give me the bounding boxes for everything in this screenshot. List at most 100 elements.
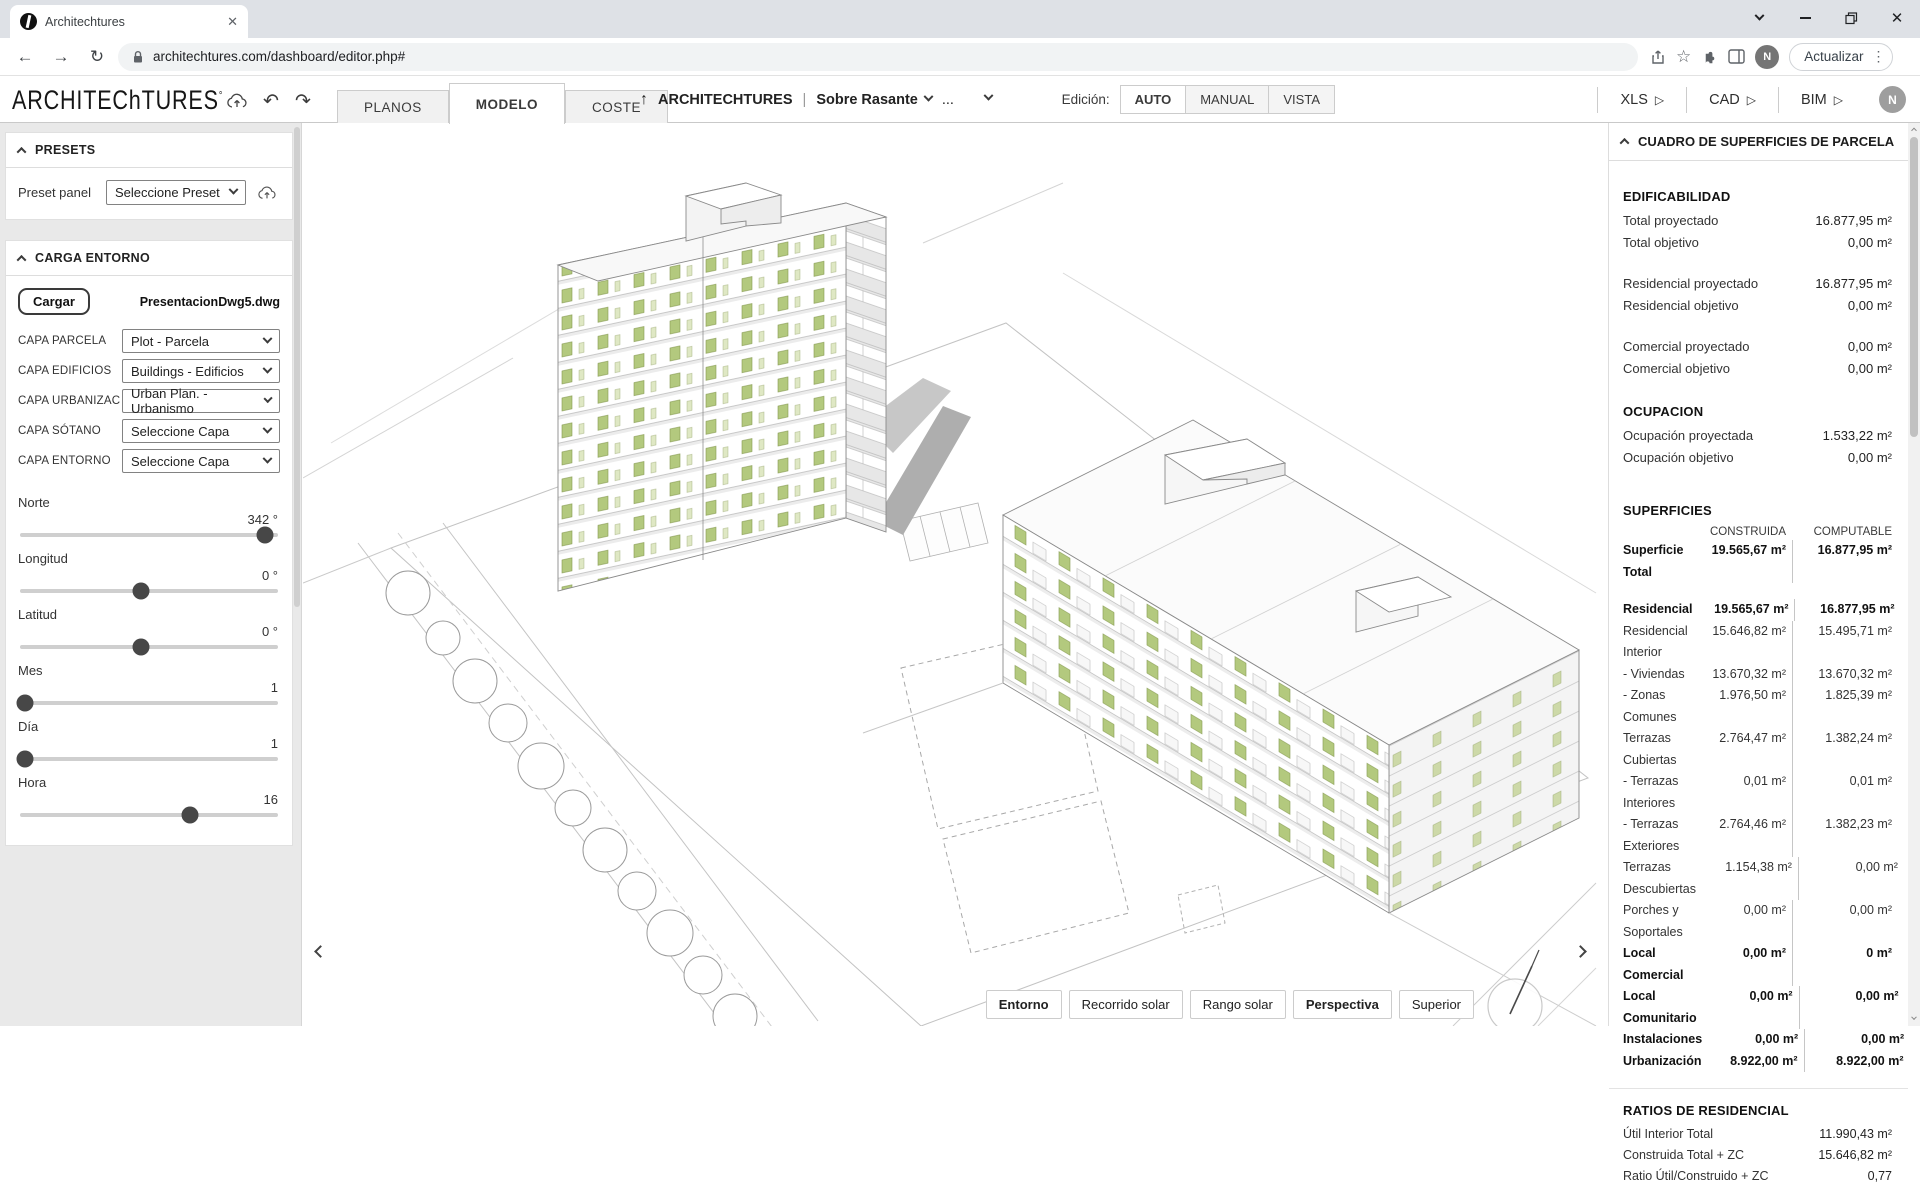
layer-label: CAPA URBANIZAC [18, 395, 122, 407]
view-button[interactable]: Entorno [986, 990, 1062, 1019]
site-favicon [20, 13, 37, 30]
ocupacion-title: OCUPACION [1623, 404, 1892, 419]
layer-select[interactable]: Seleccione Capa [122, 419, 280, 443]
share-icon[interactable] [1650, 49, 1666, 65]
surfaces-panel-header[interactable]: CUADRO DE SUPERFICIES DE PARCELA [1609, 123, 1908, 161]
edition-label: Edición: [1062, 92, 1110, 107]
model-viewport[interactable]: EntornoRecorrido solarRango solarPerspec… [303, 123, 1597, 1026]
undo-icon[interactable]: ↶ [258, 88, 284, 114]
layer-select[interactable]: Buildings - Edificios [122, 359, 280, 383]
browser-tab[interactable]: Architechtures ✕ [10, 5, 248, 38]
side-panel-icon[interactable] [1728, 49, 1745, 64]
collapse-left-panel-button[interactable] [309, 938, 331, 964]
slider-thumb[interactable] [133, 639, 150, 656]
cargar-button[interactable]: Cargar [18, 288, 90, 315]
export-button[interactable]: BIM▷ [1778, 87, 1865, 113]
level-selector-chevron-icon[interactable] [984, 91, 994, 101]
upload-cloud-icon[interactable] [224, 88, 250, 114]
user-avatar[interactable]: N [1879, 86, 1906, 113]
superficies-row: Residencial 19.565,67 m² 16.877,95 m² [1623, 599, 1892, 621]
export-buttons: XLS▷ CAD▷ BIM▷ [1597, 76, 1865, 123]
compass-widget[interactable] [1477, 946, 1557, 1026]
tab-title: Architechtures [45, 15, 219, 29]
slider-label: Norte [18, 495, 280, 510]
slider-value: 1 [18, 736, 278, 751]
up-arrow-icon[interactable]: ↑ [640, 91, 648, 109]
preset-select[interactable]: Seleccione Preset [106, 180, 246, 205]
view-button[interactable]: Rango solar [1190, 990, 1286, 1019]
redo-icon[interactable]: ↷ [290, 88, 316, 114]
chrome-menu-icon[interactable]: ⋮ [1872, 48, 1886, 65]
loaded-filename: PresentacionDwg5.dwg [140, 295, 280, 309]
collapse-chevron-icon [17, 146, 27, 156]
breadcrumb-project[interactable]: ARCHITECHTURES [658, 92, 793, 108]
breadcrumb-level-dropdown[interactable]: Sobre Rasante [816, 92, 932, 108]
browser-addressbar: ← → ↻ architechtures.com/dashboard/edito… [0, 38, 1920, 76]
slider-track[interactable] [20, 757, 278, 761]
slider: Mes 1 [18, 663, 280, 705]
slider-value: 16 [18, 792, 278, 807]
window-close-button[interactable]: ✕ [1874, 0, 1920, 36]
preset-upload-icon[interactable] [254, 181, 280, 205]
page-scrollbar[interactable] [1908, 123, 1920, 1026]
scrollbar-thumb[interactable] [1910, 137, 1918, 437]
superficies-row: Terrazas Descubiertas 1.154,38 m² 0,00 m… [1623, 857, 1892, 900]
sidebar-scrollbar[interactable] [294, 127, 300, 607]
back-button[interactable]: ← [10, 42, 40, 72]
slider: Hora 16 [18, 775, 280, 817]
chrome-update-button[interactable]: Actualizar ⋮ [1789, 43, 1892, 71]
ratio-row: Construida Total + ZC15.646,82 m² [1623, 1145, 1892, 1166]
slider-track[interactable] [20, 533, 278, 537]
edition-mode-button[interactable]: AUTO [1120, 85, 1187, 114]
superficies-row: - Zonas Comunes 1.976,50 m² 1.825,39 m² [1623, 685, 1892, 728]
superficies-row: - Viviendas 13.670,32 m² 13.670,32 m² [1623, 664, 1892, 686]
window-minimize-button[interactable] [1782, 0, 1828, 36]
slider-thumb[interactable] [257, 527, 274, 544]
slider-value: 342 ° [18, 512, 278, 527]
extensions-puzzle-icon[interactable] [1701, 48, 1718, 65]
data-row: Ocupación proyectada1.533,22 m² [1623, 425, 1892, 447]
reload-button[interactable]: ↻ [82, 42, 112, 72]
view-button[interactable]: Superior [1399, 990, 1474, 1019]
scroll-up-arrow[interactable] [1908, 123, 1920, 135]
slider-track[interactable] [20, 813, 278, 817]
layer-select[interactable]: Plot - Parcela [122, 329, 280, 353]
slider-thumb[interactable] [133, 583, 150, 600]
export-button[interactable]: CAD▷ [1686, 87, 1778, 113]
slider-track[interactable] [20, 645, 278, 649]
tab-close-icon[interactable]: ✕ [227, 14, 238, 30]
slider-thumb[interactable] [17, 695, 34, 712]
mode-tab[interactable]: PLANOS [337, 90, 449, 124]
slider-label: Longitud [18, 551, 280, 566]
superficies-row: - Terrazas Interiores 0,01 m² 0,01 m² [1623, 771, 1892, 814]
collapse-right-panel-button[interactable] [1569, 938, 1591, 964]
breadcrumb-ellipsis[interactable]: ... [942, 92, 954, 108]
url-text: architechtures.com/dashboard/editor.php# [153, 49, 405, 64]
layer-select[interactable]: Urban Plan. - Urbanismo [122, 389, 280, 413]
data-row: Residencial objetivo0,00 m² [1623, 295, 1892, 317]
tab-search-icon[interactable] [1736, 0, 1782, 36]
view-button[interactable]: Recorrido solar [1069, 990, 1183, 1019]
edition-mode-button[interactable]: VISTA [1269, 85, 1335, 114]
export-button[interactable]: XLS▷ [1597, 87, 1686, 113]
layer-select[interactable]: Seleccione Capa [122, 449, 280, 473]
profile-avatar[interactable]: N [1755, 45, 1779, 69]
carga-entorno-header[interactable]: CARGA ENTORNO [6, 241, 292, 276]
ratio-row: Útil Interior Total11.990,43 m² [1623, 1124, 1892, 1145]
view-button[interactable]: Perspectiva [1293, 990, 1392, 1019]
slider-thumb[interactable] [17, 751, 34, 768]
superficies-row: Local Comunitario 0,00 m² 0,00 m² [1623, 986, 1892, 1029]
scroll-down-arrow[interactable] [1908, 1014, 1920, 1026]
slider-track[interactable] [20, 589, 278, 593]
superficies-row: - Terrazas Exteriores 2.764,46 m² 1.382,… [1623, 814, 1892, 857]
forward-button[interactable]: → [46, 42, 76, 72]
mode-tab[interactable]: MODELO [449, 83, 565, 124]
layer-row: CAPA PARCELA Plot - Parcela [18, 329, 280, 353]
presets-panel-header[interactable]: PRESETS [6, 133, 292, 168]
bookmark-star-icon[interactable]: ☆ [1676, 47, 1691, 67]
slider-thumb[interactable] [182, 807, 199, 824]
window-restore-button[interactable] [1828, 0, 1874, 36]
slider-track[interactable] [20, 701, 278, 705]
url-bar[interactable]: architechtures.com/dashboard/editor.php# [118, 43, 1638, 71]
edition-mode-button[interactable]: MANUAL [1186, 85, 1269, 114]
